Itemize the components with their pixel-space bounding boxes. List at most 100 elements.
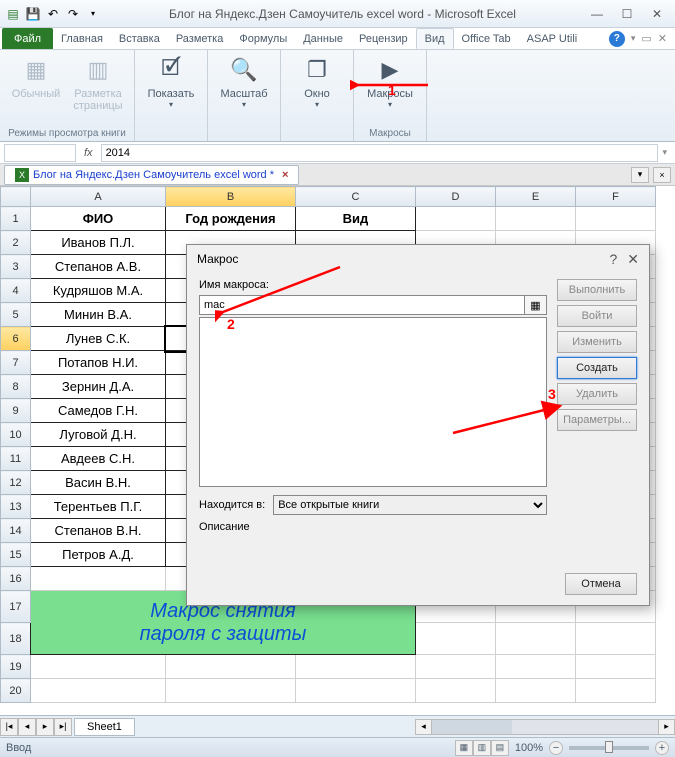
formula-input[interactable] [101, 144, 659, 162]
create-button[interactable]: Создать [557, 357, 637, 379]
window-restore-icon[interactable]: ▭ [641, 32, 651, 45]
col-header-F[interactable]: F [576, 187, 656, 207]
sheet-tab-sheet1[interactable]: Sheet1 [74, 718, 135, 736]
zoom-button[interactable]: 🔍 Масштаб ▾ [216, 54, 272, 126]
hscroll-left-icon[interactable]: ◂ [416, 720, 432, 734]
tab-view[interactable]: Вид [416, 28, 454, 49]
maximize-button[interactable]: ☐ [613, 5, 641, 23]
zoom-level[interactable]: 100% [515, 742, 543, 754]
cell[interactable]: Вид [296, 207, 416, 231]
cell[interactable]: Год рождения [166, 207, 296, 231]
macro-name-input[interactable] [199, 295, 525, 315]
dialog-help-icon[interactable]: ? [609, 251, 617, 268]
view-pagelayout-icon[interactable]: ▥ [473, 740, 491, 756]
col-header-B[interactable]: B [166, 187, 296, 207]
cell[interactable]: Петров А.Д. [31, 543, 166, 567]
cell[interactable]: Луговой Д.Н. [31, 423, 166, 447]
cell[interactable]: Самедов Г.Н. [31, 399, 166, 423]
sheet-nav-last[interactable]: ▸| [54, 718, 72, 736]
cell[interactable]: Потапов Н.И. [31, 351, 166, 375]
tab-home[interactable]: Главная [53, 28, 111, 49]
row-header[interactable]: 2 [1, 231, 31, 255]
cell[interactable]: Степанов А.В. [31, 255, 166, 279]
minimize-ribbon-icon[interactable]: ▾ [631, 33, 636, 44]
zoom-out-button[interactable]: − [549, 741, 563, 755]
view-normal-icon[interactable]: ▦ [455, 740, 473, 756]
tab-data[interactable]: Данные [295, 28, 351, 49]
sheet-nav-first[interactable]: |◂ [0, 718, 18, 736]
dialog-close-icon[interactable]: ✕ [627, 251, 639, 268]
row-header[interactable]: 15 [1, 543, 31, 567]
dialog-titlebar[interactable]: Макрос ? ✕ [187, 245, 649, 273]
window-button[interactable]: ❐ Окно ▾ [289, 54, 345, 126]
tab-asap[interactable]: ASAP Utili [519, 28, 586, 49]
tab-office-tab[interactable]: Office Tab [454, 28, 519, 49]
delete-button[interactable]: Удалить [557, 383, 637, 405]
zoom-slider[interactable] [569, 746, 649, 750]
run-button[interactable]: Выполнить [557, 279, 637, 301]
macro-name-picker-icon[interactable]: ▦ [525, 295, 547, 315]
row-header[interactable]: 17 [1, 591, 31, 623]
edit-button[interactable]: Изменить [557, 331, 637, 353]
col-header-E[interactable]: E [496, 187, 576, 207]
row-header[interactable]: 3 [1, 255, 31, 279]
save-icon[interactable]: 💾 [24, 5, 42, 23]
hscroll-right-icon[interactable]: ▸ [658, 720, 674, 734]
cell[interactable]: Васин В.Н. [31, 471, 166, 495]
formula-expand-icon[interactable]: ▾ [658, 147, 671, 158]
close-button[interactable]: ✕ [643, 5, 671, 23]
cell[interactable]: Минин В.А. [31, 303, 166, 327]
help-icon[interactable]: ? [609, 31, 625, 47]
row-header[interactable]: 19 [1, 655, 31, 679]
workbook-tab-dropdown[interactable]: ▾ [631, 167, 649, 183]
row-header[interactable]: 4 [1, 279, 31, 303]
page-layout-view-button[interactable]: ▥ Разметка страницы [70, 54, 126, 126]
file-tab[interactable]: Файл [2, 28, 53, 49]
tab-insert[interactable]: Вставка [111, 28, 168, 49]
cell[interactable] [576, 207, 656, 231]
cell[interactable]: Авдеев С.Н. [31, 447, 166, 471]
row-header[interactable]: 20 [1, 679, 31, 703]
cell[interactable]: Лунев С.К. [31, 327, 166, 351]
col-header-D[interactable]: D [416, 187, 496, 207]
workbook-tab-close-all[interactable]: × [653, 167, 671, 183]
cell[interactable]: Степанов В.Н. [31, 519, 166, 543]
macros-button[interactable]: ▶ Макросы ▾ [362, 54, 418, 126]
sheet-nav-prev[interactable]: ◂ [18, 718, 36, 736]
workbook-close-icon[interactable]: ✕ [658, 32, 667, 45]
col-header-C[interactable]: C [296, 187, 416, 207]
cell[interactable]: Кудряшов М.А. [31, 279, 166, 303]
row-header[interactable]: 16 [1, 567, 31, 591]
tab-review[interactable]: Рецензир [351, 28, 416, 49]
row-header[interactable]: 5 [1, 303, 31, 327]
row-header[interactable]: 14 [1, 519, 31, 543]
tab-page-layout[interactable]: Разметка [168, 28, 232, 49]
row-header[interactable]: 18 [1, 623, 31, 655]
row-header[interactable]: 10 [1, 423, 31, 447]
cell[interactable] [496, 207, 576, 231]
select-all-corner[interactable] [1, 187, 31, 207]
redo-icon[interactable]: ↷ [64, 5, 82, 23]
col-header-A[interactable]: A [31, 187, 166, 207]
cancel-button[interactable]: Отмена [565, 573, 637, 595]
row-header[interactable]: 7 [1, 351, 31, 375]
workbook-tab[interactable]: X Блог на Яндекс.Дзен Самоучитель excel … [4, 165, 299, 185]
row-header[interactable]: 6 [1, 327, 31, 351]
row-header[interactable]: 8 [1, 375, 31, 399]
fx-label[interactable]: fx [76, 147, 101, 159]
minimize-button[interactable]: — [583, 5, 611, 23]
cell[interactable]: Иванов П.Л. [31, 231, 166, 255]
cell[interactable]: Терентьев П.Г. [31, 495, 166, 519]
row-header[interactable]: 12 [1, 471, 31, 495]
tab-formulas[interactable]: Формулы [231, 28, 295, 49]
show-button[interactable]: 🗹 Показать ▾ [143, 54, 199, 126]
macro-location-select[interactable]: Все открытые книги [273, 495, 547, 515]
sheet-nav-next[interactable]: ▸ [36, 718, 54, 736]
row-header[interactable]: 1 [1, 207, 31, 231]
cell[interactable]: Зернин Д.А. [31, 375, 166, 399]
macro-list[interactable] [199, 317, 547, 487]
hscroll-thumb[interactable] [432, 720, 512, 734]
row-header[interactable]: 9 [1, 399, 31, 423]
undo-icon[interactable]: ↶ [44, 5, 62, 23]
row-header[interactable]: 11 [1, 447, 31, 471]
